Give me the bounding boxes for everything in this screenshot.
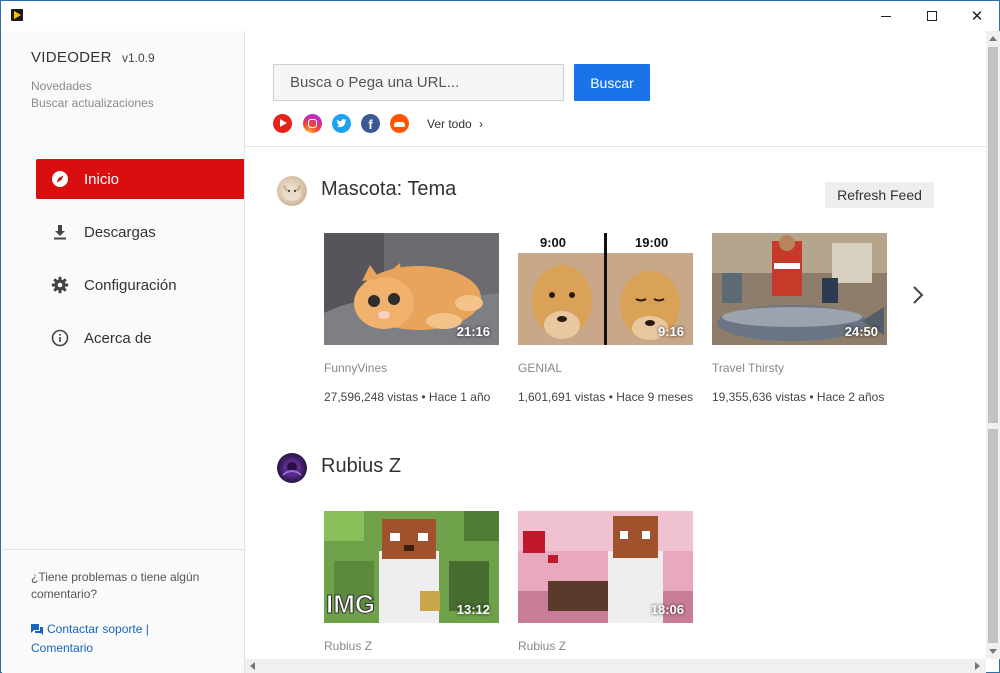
video-meta: 1,601,691 vistas • Hace 9 meses <box>518 390 693 404</box>
soundcloud-icon[interactable] <box>390 114 409 133</box>
youtube-icon[interactable] <box>273 114 292 133</box>
app-brand: VIDEODER <box>31 49 112 66</box>
novedades-link[interactable]: Novedades <box>31 79 92 93</box>
facebook-icon[interactable]: f <box>361 114 380 133</box>
search-input[interactable] <box>273 64 564 101</box>
scroll-right-icon[interactable] <box>975 662 980 670</box>
video-channel[interactable]: GENIAL <box>518 361 562 375</box>
contact-support-link[interactable]: Contactar soporte | <box>47 622 149 636</box>
download-icon <box>36 223 84 241</box>
video-duration: 21:16 <box>456 324 490 339</box>
compass-icon <box>36 170 84 188</box>
check-updates-link[interactable]: Buscar actualizaciones <box>31 96 154 110</box>
nav-item-inicio[interactable]: Inicio <box>36 159 244 199</box>
feed-avatar <box>277 453 307 483</box>
info-icon <box>36 329 84 347</box>
see-all-label: Ver todo <box>427 117 472 131</box>
help-text: ¿Tiene problemas o tiene algún comentari… <box>31 570 200 601</box>
thumb-caption-left: 9:00 <box>540 235 566 250</box>
video-card[interactable]: 24:50 Travel Thirsty 19,355,636 vistas •… <box>712 233 887 404</box>
sidebar-divider <box>2 549 245 550</box>
video-duration: 13:12 <box>456 602 490 617</box>
see-all-link[interactable]: Ver todo › <box>427 117 483 131</box>
videoder-play-icon <box>11 9 23 21</box>
video-card[interactable]: 9:00 19:00 9:16 GENIAL 1,601,691 vistas … <box>518 233 693 404</box>
video-thumbnail[interactable]: 24:50 <box>712 233 887 345</box>
video-thumbnail[interactable]: 21:16 <box>324 233 499 345</box>
scroll-left-icon[interactable] <box>250 662 255 670</box>
video-channel[interactable]: Rubius Z <box>324 639 372 653</box>
feed-title[interactable]: Rubius Z <box>321 455 401 478</box>
video-duration: 18:06 <box>650 602 684 617</box>
chevron-right-icon: › <box>479 117 484 131</box>
gear-icon <box>36 276 84 294</box>
refresh-feed-button[interactable]: Refresh Feed <box>825 182 934 208</box>
close-button[interactable]: ✕ <box>954 1 1000 31</box>
video-meta: 19,355,636 vistas • Hace 2 años <box>712 390 885 404</box>
chevron-right-icon[interactable] <box>909 285 927 305</box>
video-thumbnail[interactable]: 9:00 19:00 9:16 <box>518 233 693 345</box>
vertical-scroll-track-fill <box>988 429 998 643</box>
video-thumbnail[interactable]: IMG 13:12 <box>324 511 499 623</box>
scroll-up-icon[interactable] <box>989 36 997 41</box>
minimize-icon <box>881 15 891 17</box>
feed-title[interactable]: Mascota: Tema <box>321 178 456 201</box>
nav-item-configuracion[interactable]: Configuración <box>36 265 244 305</box>
video-duration: 24:50 <box>844 324 878 339</box>
app-window: ✕ VIDEODER v1.0.9 Novedades Buscar actua… <box>0 0 1000 673</box>
nav-label: Configuración <box>84 276 177 294</box>
video-card[interactable]: 18:06 Rubius Z <box>518 511 693 653</box>
video-thumbnail[interactable]: 18:06 <box>518 511 693 623</box>
minimize-button[interactable] <box>863 1 909 31</box>
thumb-overlay-text: IMG <box>326 589 375 619</box>
nav-label: Descargas <box>84 223 156 241</box>
feed-avatar <box>277 176 307 206</box>
search-button[interactable]: Buscar <box>574 64 650 101</box>
nav-label: Inicio <box>84 170 120 188</box>
app-version: v1.0.9 <box>122 51 155 65</box>
horizontal-scrollbar[interactable] <box>245 659 986 673</box>
search-divider <box>245 146 986 147</box>
nav-item-descargas[interactable]: Descargas <box>36 212 244 252</box>
nav-label: Acerca de <box>84 329 152 347</box>
video-card[interactable]: 21:16 FunnyVines 27,596,248 vistas • Hac… <box>324 233 499 404</box>
scroll-down-icon[interactable] <box>989 649 997 654</box>
instagram-icon[interactable] <box>303 114 322 133</box>
video-channel[interactable]: FunnyVines <box>324 361 387 375</box>
main-content: Buscar f Ver todo › Mascota: Tema Refres… <box>245 31 986 659</box>
video-meta: 27,596,248 vistas • Hace 1 año <box>324 390 491 404</box>
maximize-icon <box>927 11 937 21</box>
video-channel[interactable]: Travel Thirsty <box>712 361 784 375</box>
twitter-icon[interactable] <box>332 114 351 133</box>
nav-item-acerca[interactable]: Acerca de <box>36 318 244 358</box>
thumb-caption-right: 19:00 <box>635 235 668 250</box>
sidebar: VIDEODER v1.0.9 Novedades Buscar actuali… <box>2 31 245 673</box>
maximize-button[interactable] <box>909 1 955 31</box>
chat-icon <box>31 623 43 640</box>
video-card[interactable]: IMG 13:12 Rubius Z <box>324 511 499 653</box>
video-duration: 9:16 <box>657 324 684 339</box>
support-links: Contactar soporte | Comentario <box>31 621 231 657</box>
close-icon: ✕ <box>970 7 984 25</box>
video-channel[interactable]: Rubius Z <box>518 639 566 653</box>
title-bar: ✕ <box>1 1 999 31</box>
comment-link[interactable]: Comentario <box>31 641 93 655</box>
vertical-scroll-thumb[interactable] <box>988 47 998 423</box>
